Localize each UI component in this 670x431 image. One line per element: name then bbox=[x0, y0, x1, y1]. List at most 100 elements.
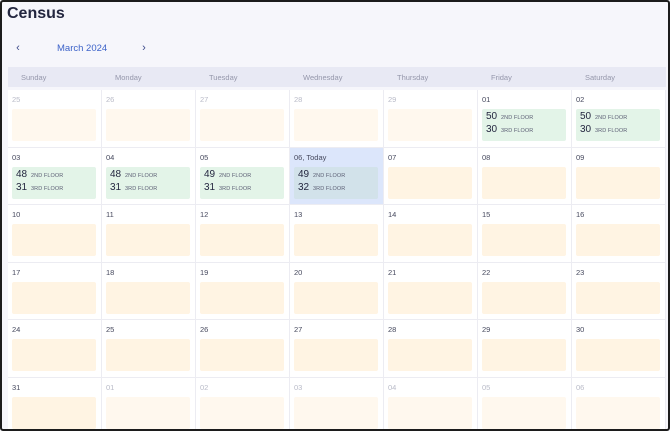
calendar-day[interactable]: 24 bbox=[8, 320, 102, 378]
calendar-day[interactable]: 10 bbox=[8, 205, 102, 263]
day-number: 05 bbox=[482, 382, 491, 392]
calendar-day[interactable]: 06 bbox=[572, 377, 666, 429]
day-number: 23 bbox=[576, 267, 585, 277]
calendar-day[interactable]: 18 bbox=[102, 262, 196, 320]
census-card[interactable]: 50 2ND FLOOR 30 3RD FLOOR bbox=[576, 109, 660, 141]
census-placeholder[interactable] bbox=[294, 396, 378, 429]
calendar-day[interactable]: 09 bbox=[572, 147, 666, 205]
calendar-day[interactable]: 28 bbox=[290, 90, 384, 148]
census-placeholder[interactable] bbox=[388, 339, 472, 371]
census-card[interactable]: 48 2ND FLOOR 31 3RD FLOOR bbox=[12, 166, 96, 199]
calendar-day[interactable]: 23 bbox=[572, 262, 666, 320]
second-floor-row: 48 2ND FLOOR bbox=[110, 169, 157, 181]
census-placeholder[interactable] bbox=[200, 224, 284, 256]
calendar-day[interactable]: 29 bbox=[478, 320, 572, 378]
day-number: 25 bbox=[106, 325, 115, 334]
census-placeholder[interactable] bbox=[106, 339, 190, 371]
day-number: 31 bbox=[12, 382, 21, 392]
calendar-day[interactable]: 16 bbox=[572, 205, 666, 263]
calendar-day[interactable]: 14 bbox=[384, 205, 478, 263]
day-number: 11 bbox=[106, 210, 114, 219]
census-placeholder[interactable] bbox=[388, 166, 472, 199]
calendar-day[interactable]: 03 bbox=[290, 377, 384, 429]
census-placeholder[interactable] bbox=[106, 109, 190, 141]
calendar-day[interactable]: 27 bbox=[196, 90, 290, 148]
census-placeholder[interactable] bbox=[200, 339, 284, 371]
census-placeholder[interactable] bbox=[388, 396, 472, 429]
calendar-day[interactable]: 26 bbox=[102, 90, 196, 148]
census-placeholder[interactable] bbox=[482, 224, 566, 256]
census-placeholder[interactable] bbox=[12, 396, 96, 429]
calendar-day[interactable]: 11 bbox=[102, 205, 196, 263]
day-number: 06 bbox=[576, 382, 585, 392]
census-card[interactable]: 50 2ND FLOOR 30 3RD FLOOR bbox=[482, 109, 566, 141]
census-placeholder[interactable] bbox=[294, 281, 378, 314]
calendar-day[interactable]: 27 bbox=[290, 320, 384, 378]
calendar-day[interactable]: 19 bbox=[196, 262, 290, 320]
calendar-day[interactable]: 17 bbox=[8, 262, 102, 320]
census-placeholder[interactable] bbox=[106, 281, 190, 314]
census-placeholder[interactable] bbox=[294, 339, 378, 371]
census-placeholder[interactable] bbox=[294, 224, 378, 256]
calendar-day[interactable]: 25 bbox=[102, 320, 196, 378]
census-placeholder[interactable] bbox=[12, 109, 96, 141]
census-placeholder[interactable] bbox=[200, 281, 284, 314]
calendar-day[interactable]: 05 49 2ND FLOOR 31 3RD FLOOR bbox=[196, 147, 290, 205]
census-placeholder[interactable] bbox=[576, 224, 660, 256]
census-placeholder[interactable] bbox=[12, 281, 96, 314]
census-placeholder[interactable] bbox=[200, 396, 284, 429]
census-placeholder[interactable] bbox=[576, 281, 660, 314]
calendar-day[interactable]: 01 50 2ND FLOOR 30 3RD FLOOR bbox=[478, 90, 572, 148]
census-placeholder[interactable] bbox=[576, 339, 660, 371]
calendar-day[interactable]: 05 bbox=[478, 377, 572, 429]
census-placeholder[interactable] bbox=[482, 281, 566, 314]
census-placeholder[interactable] bbox=[388, 281, 472, 314]
census-placeholder[interactable] bbox=[200, 109, 284, 141]
census-placeholder[interactable] bbox=[576, 166, 660, 199]
calendar-day[interactable]: 21 bbox=[384, 262, 478, 320]
census-placeholder[interactable] bbox=[576, 396, 660, 429]
census-placeholder[interactable] bbox=[482, 396, 566, 429]
calendar-day-today[interactable]: 06, Today 49 2ND FLOOR 32 3RD FLOOR bbox=[290, 147, 384, 205]
census-placeholder[interactable] bbox=[388, 224, 472, 256]
census-card[interactable]: 49 2ND FLOOR 32 3RD FLOOR bbox=[294, 166, 378, 199]
calendar-day[interactable]: 07 bbox=[384, 147, 478, 205]
day-number: 15 bbox=[482, 210, 491, 219]
calendar-day[interactable]: 03 48 2ND FLOOR 31 3RD FLOOR bbox=[8, 147, 102, 205]
census-card[interactable]: 49 2ND FLOOR 31 3RD FLOOR bbox=[200, 166, 284, 199]
census-placeholder[interactable] bbox=[388, 109, 472, 141]
census-placeholder[interactable] bbox=[106, 224, 190, 256]
census-placeholder[interactable] bbox=[294, 109, 378, 141]
census-placeholder[interactable] bbox=[482, 166, 566, 199]
calendar-day[interactable]: 30 bbox=[572, 320, 666, 378]
chevron-left-icon[interactable]: ‹ bbox=[10, 40, 26, 56]
census-card[interactable]: 48 2ND FLOOR 31 3RD FLOOR bbox=[106, 166, 190, 199]
calendar-day[interactable]: 13 bbox=[290, 205, 384, 263]
calendar-day[interactable]: 31 bbox=[8, 377, 102, 429]
calendar-day[interactable]: 20 bbox=[290, 262, 384, 320]
day-number: 21 bbox=[388, 267, 397, 277]
census-count: 30 bbox=[486, 124, 498, 135]
calendar-day[interactable]: 12 bbox=[196, 205, 290, 263]
calendar-day[interactable]: 04 48 2ND FLOOR 31 3RD FLOOR bbox=[102, 147, 196, 205]
census-placeholder[interactable] bbox=[106, 396, 190, 429]
day-number: 02 bbox=[200, 382, 209, 392]
census-placeholder[interactable] bbox=[482, 339, 566, 371]
calendar-day[interactable]: 02 bbox=[196, 377, 290, 429]
weekday-sunday: Sunday bbox=[21, 73, 47, 82]
chevron-right-icon[interactable]: › bbox=[136, 40, 152, 56]
calendar-day[interactable]: 22 bbox=[478, 262, 572, 320]
calendar-day[interactable]: 15 bbox=[478, 205, 572, 263]
census-placeholder[interactable] bbox=[12, 339, 96, 371]
calendar-day[interactable]: 28 bbox=[384, 320, 478, 378]
calendar-day[interactable]: 01 bbox=[102, 377, 196, 429]
calendar-day[interactable]: 04 bbox=[384, 377, 478, 429]
census-placeholder[interactable] bbox=[12, 224, 96, 256]
calendar-day[interactable]: 25 bbox=[8, 90, 102, 148]
calendar-day[interactable]: 29 bbox=[384, 90, 478, 148]
calendar-day[interactable]: 08 bbox=[478, 147, 572, 205]
day-number: 14 bbox=[388, 210, 397, 219]
calendar-day[interactable]: 26 bbox=[196, 320, 290, 378]
page-title: Census bbox=[7, 5, 65, 22]
calendar-day[interactable]: 02 50 2ND FLOOR 30 3RD FLOOR bbox=[572, 90, 666, 148]
